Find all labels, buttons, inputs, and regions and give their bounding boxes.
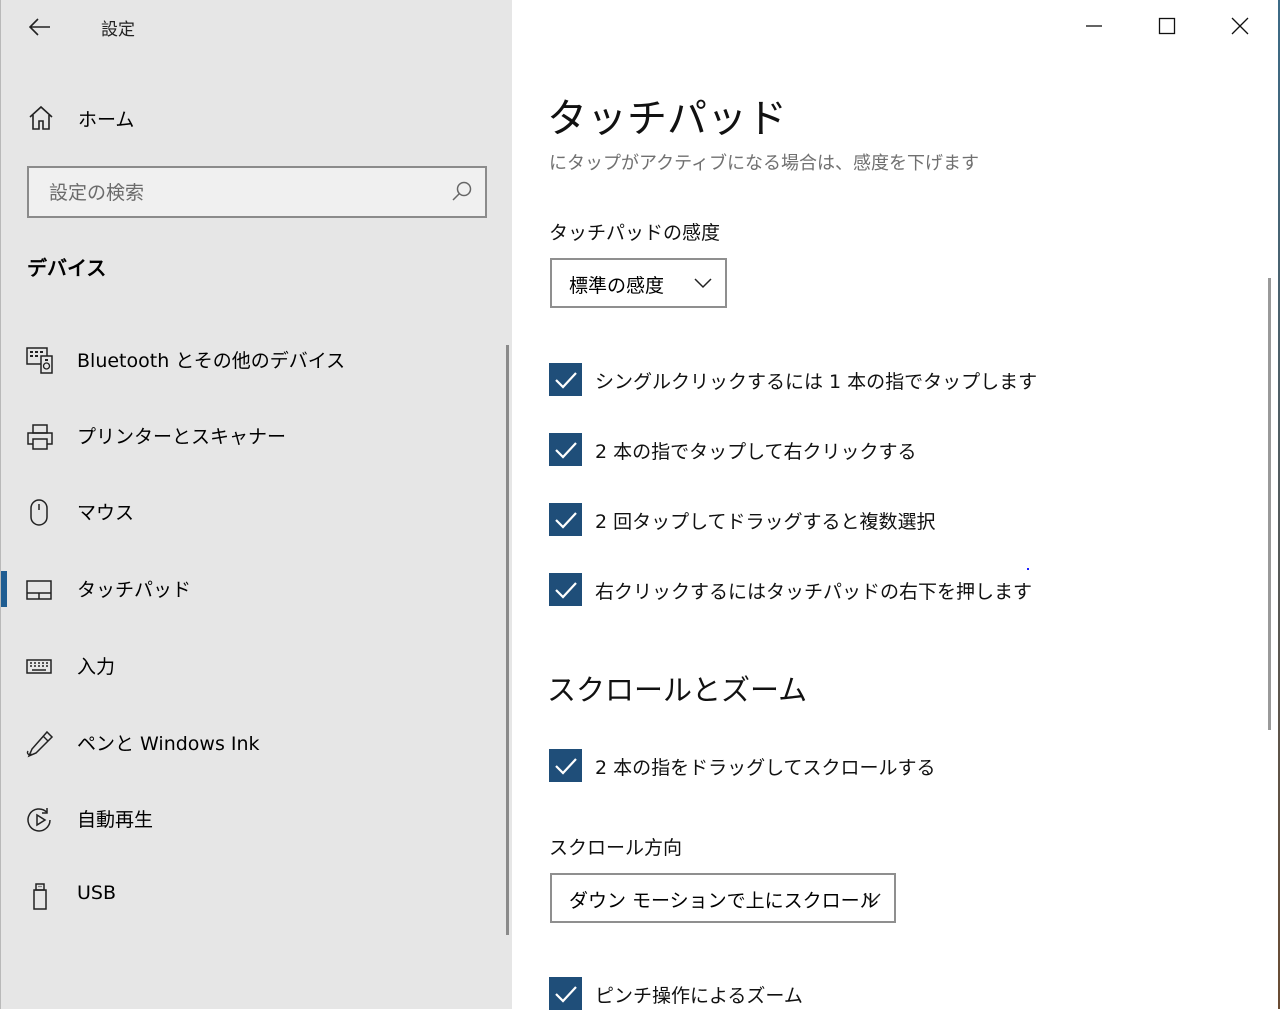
sidebar-item-label: 入力 — [77, 656, 116, 678]
sidebar-item-label: ペンと Windows Ink — [77, 733, 260, 755]
home-icon — [27, 104, 55, 136]
sidebar-item-autoplay[interactable]: 自動再生 — [1, 789, 501, 849]
scroll-direction-label: スクロール方向 — [549, 837, 683, 859]
keyboard-icon — [25, 652, 55, 682]
sidebar-scrollbar[interactable] — [506, 345, 509, 935]
sidebar-item-label: タッチパッド — [77, 579, 192, 601]
checkmark-icon — [554, 985, 577, 1003]
sidebar-item-bluetooth[interactable]: Bluetooth とその他のデバイス — [1, 330, 501, 390]
sidebar-item-label: 自動再生 — [77, 809, 154, 831]
autoplay-icon — [25, 805, 55, 835]
maximize-button[interactable] — [1147, 8, 1187, 44]
sidebar-item-touchpad[interactable]: タッチパッド — [1, 559, 501, 619]
sensitivity-label: タッチパッドの感度 — [549, 222, 721, 244]
scroll-direction-value: ダウン モーションで上にスクロール — [569, 890, 879, 912]
checkmark-icon — [554, 757, 577, 775]
section-title: デバイス — [27, 256, 107, 280]
back-button[interactable] — [25, 12, 55, 42]
sidebar-item-pen[interactable]: ペンと Windows Ink — [1, 713, 501, 773]
usb-icon — [25, 882, 55, 912]
checkbox-label: 2 回タップしてドラッグすると複数選択 — [595, 511, 936, 533]
checkmark-icon — [554, 511, 577, 529]
checkbox-label: ピンチ操作によるズーム — [595, 985, 803, 1007]
sidebar: 設定 ホーム デバイス Bluetooth とその他のデバイス プリンターとスキ… — [0, 0, 512, 1009]
sidebar-home[interactable]: ホーム — [1, 96, 501, 140]
sidebar-item-label: プリンターとスキャナー — [77, 426, 287, 448]
sidebar-item-label: マウス — [77, 502, 135, 524]
search-icon[interactable] — [451, 180, 473, 206]
sidebar-item-label: Bluetooth とその他のデバイス — [77, 350, 346, 372]
back-arrow-icon — [29, 18, 50, 36]
bluetooth-devices-icon — [25, 346, 55, 376]
checkbox-label: 2 本の指をドラッグしてスクロールする — [595, 757, 936, 779]
checkbox-checked[interactable] — [549, 977, 582, 1010]
checkbox-checked[interactable] — [549, 363, 582, 396]
checkbox-checked[interactable] — [549, 433, 582, 466]
checkbox-checked[interactable] — [549, 749, 582, 782]
search-input[interactable] — [47, 179, 441, 207]
close-icon — [1231, 17, 1249, 35]
maximize-icon — [1158, 17, 1176, 35]
sidebar-item-usb[interactable]: USB — [1, 866, 501, 926]
checkmark-icon — [554, 371, 577, 389]
checkmark-icon — [554, 581, 577, 599]
checkbox-label: シングルクリックするには 1 本の指でタップします — [595, 371, 1038, 393]
sensitivity-value: 標準の感度 — [569, 275, 665, 297]
checkbox-label: 右クリックするにはタッチパッドの右下を押します — [595, 581, 1033, 603]
chevron-down-icon — [863, 893, 881, 904]
close-button[interactable] — [1220, 8, 1260, 44]
chevron-down-icon — [694, 278, 712, 289]
main-scrollbar[interactable] — [1268, 278, 1271, 730]
printer-icon — [25, 422, 55, 452]
app-title: 設定 — [101, 20, 135, 40]
checkbox-label: 2 本の指でタップして右クリックする — [595, 441, 917, 463]
search-box[interactable] — [27, 166, 487, 218]
minimize-button[interactable] — [1074, 8, 1114, 44]
sidebar-item-label: USB — [77, 882, 117, 904]
mouse-icon — [25, 498, 55, 528]
sidebar-item-input[interactable]: 入力 — [1, 636, 501, 696]
sidebar-home-label: ホーム — [78, 109, 135, 131]
pen-icon — [25, 729, 55, 759]
checkmark-icon — [554, 441, 577, 459]
minimize-icon — [1086, 25, 1102, 27]
active-indicator — [1, 571, 7, 607]
checkbox-checked[interactable] — [549, 573, 582, 606]
page-title: タッチパッド — [547, 96, 787, 142]
touchpad-icon — [25, 575, 55, 605]
stray-pixel — [1027, 568, 1029, 570]
section-title-scroll-zoom: スクロールとズーム — [547, 673, 808, 707]
sidebar-item-mouse[interactable]: マウス — [1, 482, 501, 542]
page-subtitle: にタップがアクティブになる場合は、感度を下げます — [549, 153, 980, 174]
sidebar-item-printers[interactable]: プリンターとスキャナー — [1, 406, 501, 466]
sensitivity-dropdown[interactable]: 標準の感度 — [550, 258, 727, 308]
checkbox-checked[interactable] — [549, 503, 582, 536]
scroll-direction-dropdown[interactable]: ダウン モーションで上にスクロール — [550, 873, 896, 923]
